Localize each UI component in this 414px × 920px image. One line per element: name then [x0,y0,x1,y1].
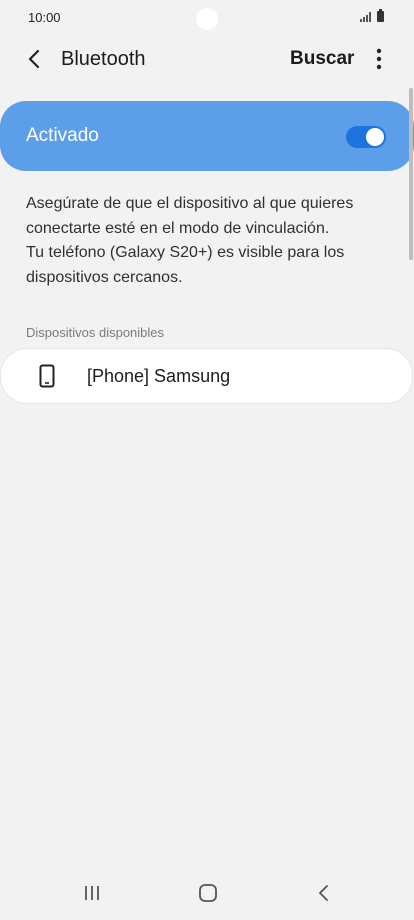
search-button[interactable]: Buscar [290,48,354,70]
app-header: Bluetooth Buscar [0,36,414,84]
device-list-item[interactable]: [Phone] Samsung [1,349,412,403]
back-arrow-icon[interactable] [22,46,48,72]
bluetooth-toggle-card[interactable]: Activado [0,101,414,171]
battery-icon [377,9,384,22]
pairing-instruction-text: Asegúrate de que el dispositivo al que q… [26,195,354,237]
recent-apps-icon[interactable] [82,883,102,903]
visibility-text: Tu teléfono (Galaxy S20+) es visible par… [26,244,345,286]
home-icon[interactable] [197,882,219,904]
phone-icon [39,364,55,388]
status-time: 10:00 [28,10,61,25]
navigation-bar [0,870,414,916]
signal-icon [360,12,371,22]
bluetooth-status-label: Activado [26,125,99,146]
device-name: [Phone] Samsung [87,366,231,386]
more-options-icon[interactable] [366,44,392,74]
scrollbar[interactable] [409,88,413,260]
available-devices-heading: Dispositivos disponibles [26,325,165,340]
status-bar: 10:00 [0,0,414,36]
back-icon[interactable] [313,882,335,904]
pairing-description: Asegúrate de que el dispositivo al que q… [26,192,396,290]
page-title: Bluetooth [61,48,146,70]
camera-cutout [196,8,218,30]
toggle-knob [366,128,384,146]
bluetooth-toggle-switch[interactable] [346,126,386,148]
